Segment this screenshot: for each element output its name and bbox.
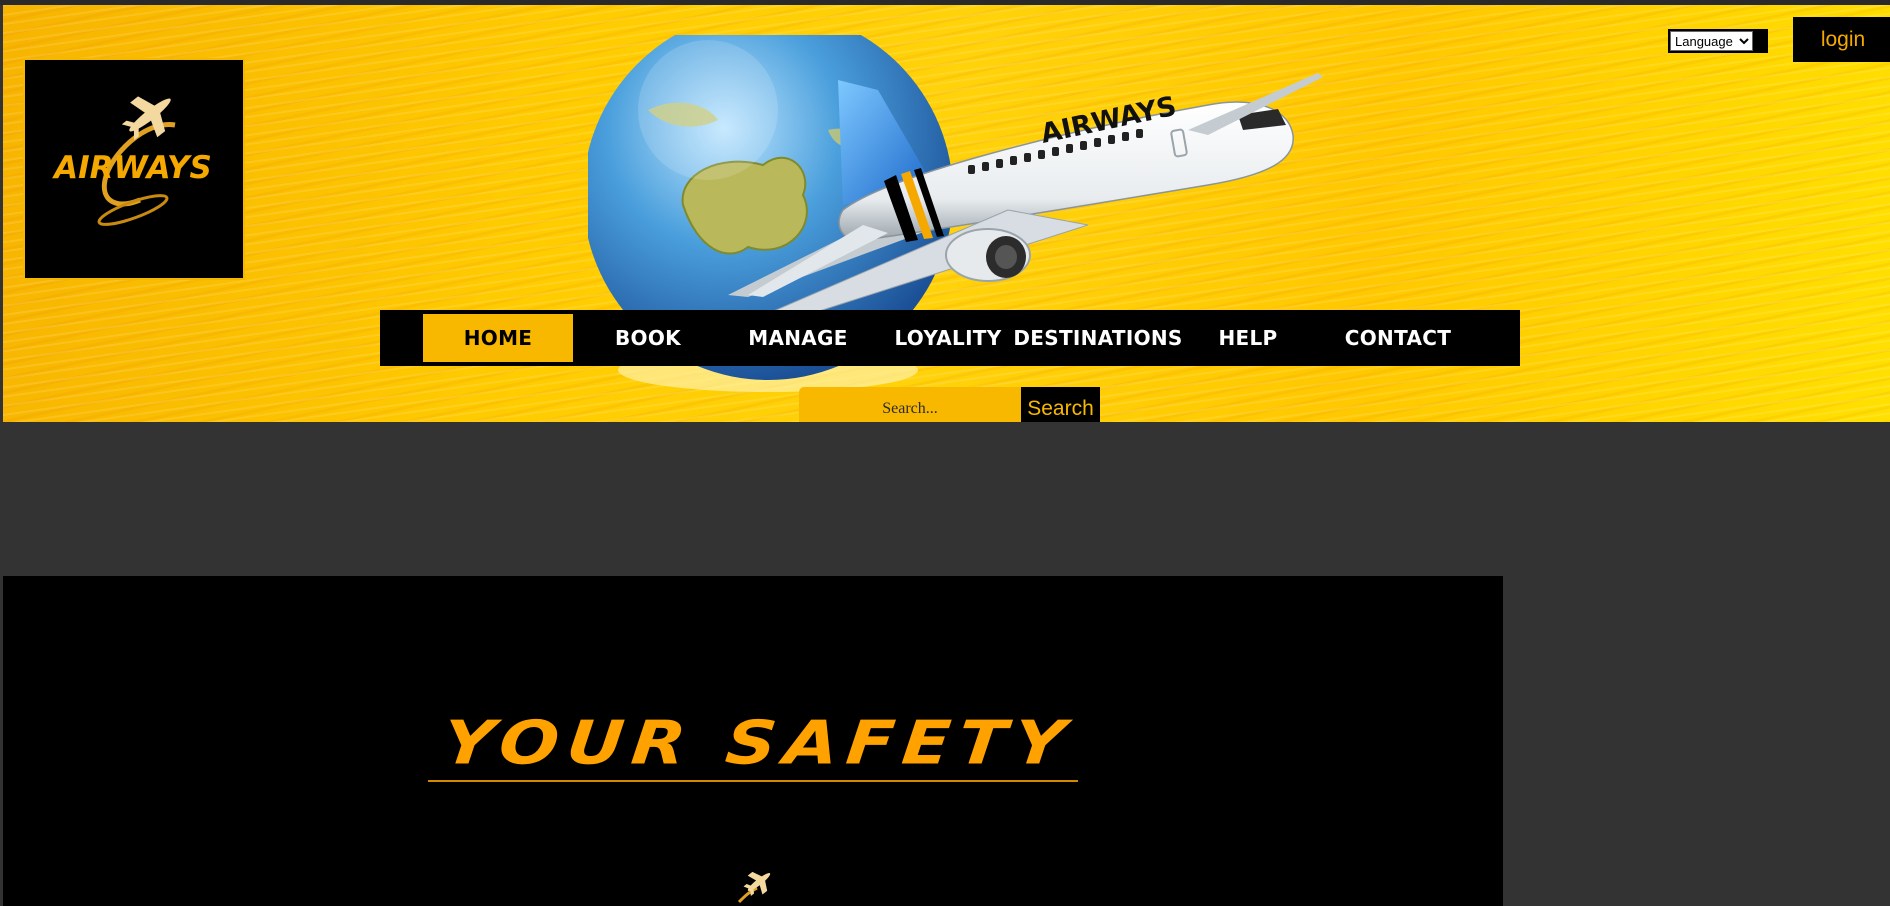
language-select[interactable]: Language xyxy=(1670,31,1753,51)
search-input[interactable] xyxy=(799,387,1021,422)
login-button[interactable]: login xyxy=(1793,17,1890,62)
airways-logo[interactable]: AIRWAYS xyxy=(23,58,245,280)
hero-headline: YOUR SAFETY xyxy=(439,707,1077,779)
small-airplane-icon xyxy=(737,871,771,904)
nav-destinations[interactable]: DESTINATIONS xyxy=(1013,314,1182,362)
main-nav: HOME BOOK MANAGE LOYALITY DESTINATIONS H… xyxy=(380,310,1520,366)
safety-panel: YOUR SAFETY xyxy=(3,576,1503,906)
logo-text: AIRWAYS xyxy=(51,150,212,186)
nav-loyality[interactable]: LOYALITY xyxy=(873,314,1023,362)
nav-help[interactable]: HELP xyxy=(1173,314,1323,362)
language-select-wrapper: Language xyxy=(1668,29,1768,53)
nav-manage[interactable]: MANAGE xyxy=(723,314,873,362)
nav-book[interactable]: BOOK xyxy=(573,314,723,362)
nav-contact[interactable]: CONTACT xyxy=(1323,314,1473,362)
header-banner: AIRWAYS AIRWAYS Language login HOME BOOK… xyxy=(3,5,1890,422)
search-button[interactable]: Search xyxy=(1021,387,1100,422)
airways-logo-graphic: AIRWAYS xyxy=(51,96,212,226)
headline-underline xyxy=(428,780,1078,782)
nav-home[interactable]: HOME xyxy=(423,314,573,362)
